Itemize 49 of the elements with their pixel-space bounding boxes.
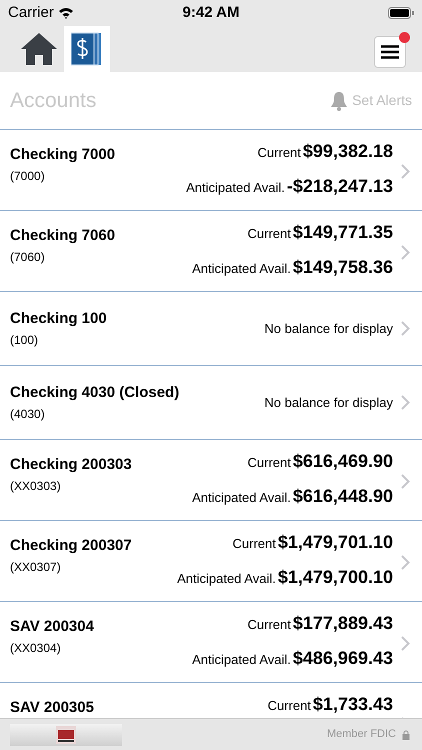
account-number: (XX0303) [10,478,62,494]
account-name: Checking 7060 [10,226,116,246]
balance-label: Current [258,144,301,162]
account-name: Checking 4030 (Closed) [10,383,180,404]
balance-amount: $149,758.36 [292,256,393,279]
account-number: (7060) [10,248,46,266]
balance-label: Anticipated Avail. [177,570,276,588]
account-row[interactable]: Checking 200303 (XX0303) Current$616,469.90 Anticipated Avail.$616,448.90 [0,440,422,521]
account-name: Checking 100 [10,309,107,330]
balance-amount: $99,382.18 [302,140,393,163]
balance-amount: $149,771.35 [292,221,393,244]
balance-label: Current [268,697,311,715]
balance-label: Current [248,225,291,243]
balance-amount: $616,469.90 [292,450,393,473]
balance-label: Current [232,535,276,553]
balance-amount: $1,479,700.10 [278,566,393,589]
account-row[interactable]: Checking 7000 (7000) Current$99,382.18 Anticipated Avail.-$218,247.13 [0,130,422,211]
account-number: (7000) [10,168,46,184]
account-number: (4030) [10,406,46,423]
account-row[interactable]: Checking 200307 (XX0307) Current$1,479,701.10 Anticipated Avail.$1,479,700.10 [0,521,422,602]
balance-label: Anticipated Avail. [192,260,291,278]
balance-amount: $616,448.90 [292,485,393,508]
balance-amount: $1,733.43 [312,693,393,716]
balance-amount: $486,969.43 [292,647,393,670]
account-name: SAV 200304 [10,617,94,637]
balance-label: Anticipated Avail. [192,651,291,669]
account-number: (XX0307) [10,558,62,576]
account-row[interactable]: Checking 7060 (7060) Current$149,771.35 Anticipated Avail.$149,758.36 [0,211,422,292]
account-number: (100) [10,332,40,349]
balance-amount: -$218,247.13 [286,175,393,198]
account-name: Checking 200303 [10,455,132,475]
account-number: (XX0304) [10,640,62,656]
no-balance-message: No balance for display [264,394,393,412]
balance-label: Anticipated Avail. [186,179,285,197]
balance-label: Current [248,616,291,634]
no-balance-message: No balance for display [264,320,393,338]
account-name: Checking 7000 [10,145,116,165]
account-row[interactable]: Checking 4030 (Closed) (4030) No balance for display [0,366,422,440]
footer-text: Member FDIC [326,727,396,742]
balance-amount: $177,889.43 [292,612,393,635]
carrier-label: Carrier [8,2,54,23]
clock: 9:42 AM [182,2,240,23]
account-row[interactable]: Checking 100 (100) No balance for display [0,292,422,366]
balance-amount: $1,479,701.10 [278,531,393,554]
account-name: Checking 200307 [10,536,132,556]
account-row[interactable]: SAV 200304 (XX0304) Current$177,889.43 Anticipated Avail.$486,969.43 [0,602,422,683]
balance-label: Current [248,454,291,472]
balance-label: Anticipated Avail. [192,489,291,507]
account-name: SAV 200305 [10,698,94,718]
